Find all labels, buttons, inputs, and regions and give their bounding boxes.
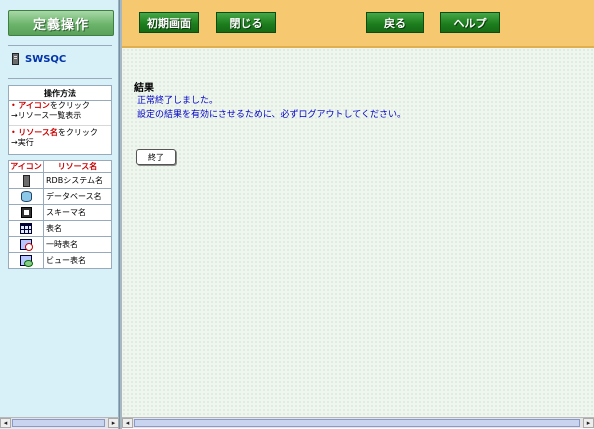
scroll-right-arrow-icon[interactable]: ▸ [108,418,119,428]
result-message: 正常終了しました。 [137,96,219,106]
divider [8,78,112,79]
help-button[interactable]: ヘルプ [440,12,500,33]
scroll-left-arrow-icon[interactable]: ◂ [0,418,11,428]
legend-col-name: リソース名 [43,160,112,173]
scroll-thumb[interactable] [12,419,105,427]
icon-legend-table: アイコン リソース名 RDBシステム名 データベース名 スキーマ名 表名 一時表… [8,160,112,269]
divider [8,45,112,46]
howto-heading: 操作方法 [9,86,111,101]
schema-icon [20,207,32,218]
scroll-right-arrow-icon[interactable]: ▸ [583,418,594,428]
server-link[interactable]: SWSQC [12,53,66,65]
server-icon[interactable] [12,53,19,65]
toolbar: 初期画面 閉じる 戻る ヘルプ [122,0,594,48]
legend-label: 一時表名 [43,236,112,253]
end-button[interactable]: 終了 [136,149,176,165]
legend-label: 表名 [43,220,112,237]
temp-table-icon [19,238,33,251]
left-nav-frame: 定義操作 SWSQC 操作方法 • アイコンをクリック →リソース一覧表示 • … [0,0,119,429]
left-horizontal-scrollbar[interactable]: ◂ ▸ [0,417,119,428]
main-horizontal-scrollbar[interactable]: ◂ ▸ [122,417,594,428]
howto-item-icon: • アイコンをクリック [11,101,90,110]
legend-row: RDBシステム名 [8,172,112,189]
legend-label: スキーマ名 [43,204,112,221]
database-icon [20,191,32,202]
scroll-thumb[interactable] [134,419,580,427]
view-table-icon [19,254,33,267]
scroll-left-arrow-icon[interactable]: ◂ [122,418,133,428]
legend-row: スキーマ名 [8,204,112,221]
legend-label: データベース名 [43,188,112,205]
result-heading: 結果 [134,83,154,94]
legend-row: ビュー表名 [8,252,112,269]
sidebar-title: 定義操作 [8,10,114,36]
server-name[interactable]: SWSQC [25,54,66,65]
howto-item-icon-result: →リソース一覧表示 [11,111,82,120]
howto-box: 操作方法 • アイコンをクリック →リソース一覧表示 • リソース名をクリック … [8,85,112,155]
legend-header-row: アイコン リソース名 [8,160,112,173]
home-button[interactable]: 初期画面 [139,12,199,33]
logout-notice: 設定の結果を有効にさせるために、必ずログアウトしてください。 [137,110,407,120]
howto-item-name-result: →実行 [11,138,34,147]
legend-row: 表名 [8,220,112,237]
table-icon [20,223,32,234]
howto-item-name: • リソース名をクリック [11,128,98,137]
legend-col-icon: アイコン [8,160,44,173]
rdb-system-icon [22,174,30,187]
legend-row: データベース名 [8,188,112,205]
legend-label: ビュー表名 [43,252,112,269]
back-button[interactable]: 戻る [366,12,424,33]
legend-row: 一時表名 [8,236,112,253]
legend-label: RDBシステム名 [43,172,112,189]
close-button[interactable]: 閉じる [216,12,276,33]
divider [9,121,111,126]
result-panel: 結果 正常終了しました。 設定の結果を有効にさせるために、必ずログアウトしてくだ… [122,48,594,417]
